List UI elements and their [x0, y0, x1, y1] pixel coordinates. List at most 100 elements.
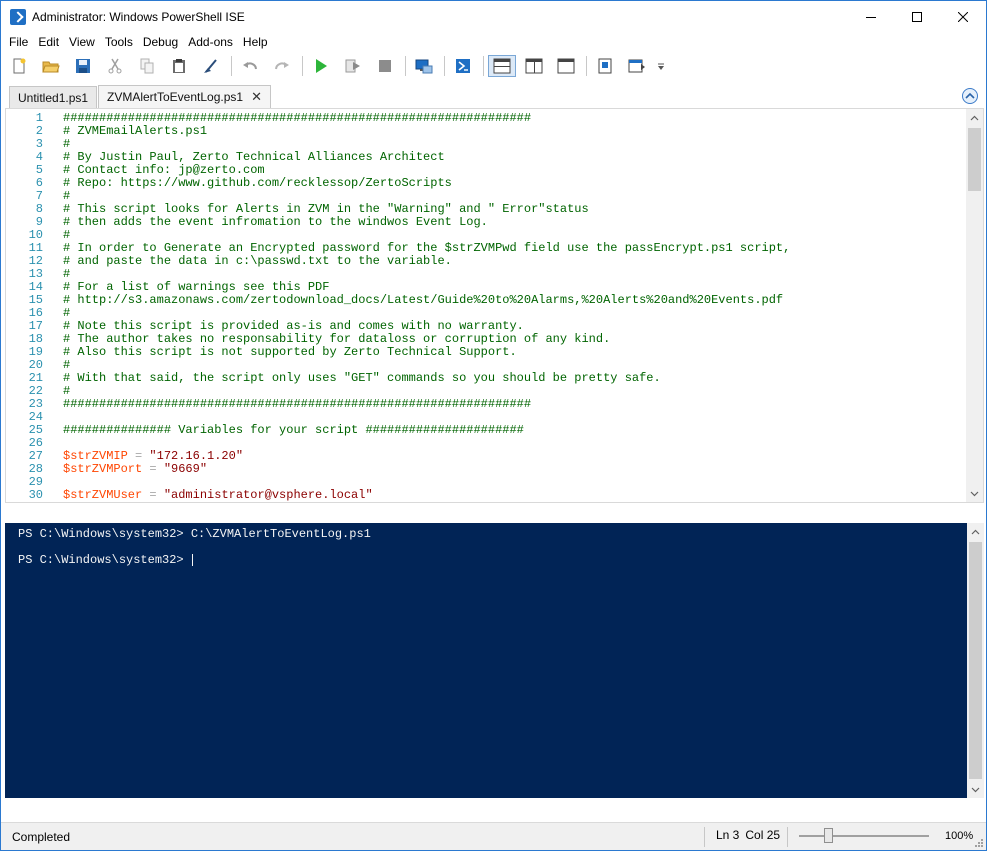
show-commands-icon [628, 59, 645, 72]
console-scrollbar[interactable] [967, 523, 984, 798]
code-line[interactable]: 23 ######################################… [6, 398, 965, 411]
resize-grip-icon[interactable] [974, 838, 984, 848]
string-value: "administrator@vsphere.local" [163, 488, 373, 502]
toolbar-overflow-icon [658, 63, 664, 70]
new-file-icon [13, 58, 26, 73]
show-script-pane-button[interactable] [591, 55, 619, 77]
new-remote-tab-button[interactable] [410, 55, 438, 77]
run-script-icon [316, 58, 327, 73]
comment-text: # and paste the data in c:\passwd.txt to… [63, 254, 452, 268]
comment-text: # Also this script is not supported by Z… [63, 345, 517, 359]
comment-text: # ZVMEmailAlerts.ps1 [63, 124, 208, 138]
script-scrollbar[interactable] [966, 109, 983, 502]
line-number: 3 [35, 137, 43, 151]
show-script-right-button[interactable] [520, 55, 548, 77]
menu-tools[interactable]: Tools [100, 32, 138, 52]
start-powershell-button[interactable] [449, 55, 477, 77]
tab-label: Untitled1.ps1 [18, 90, 89, 105]
scroll-up-button[interactable] [966, 109, 983, 126]
show-script-max-button[interactable] [552, 55, 580, 77]
string-value: "9669" [163, 462, 208, 476]
show-script-max-icon [557, 58, 575, 73]
redo-button[interactable] [268, 55, 296, 77]
code-line[interactable]: 2 # ZVMEmailAlerts.ps1 [6, 125, 965, 138]
stop-button[interactable] [371, 55, 399, 77]
chevron-down-icon [970, 491, 979, 496]
code-line[interactable]: 21 # With that said, the script only uses… [6, 372, 965, 385]
run-selection-icon [345, 59, 360, 72]
save-button[interactable] [69, 55, 97, 77]
line-number: 7 [35, 189, 43, 203]
scroll-thumb[interactable] [968, 128, 981, 191]
code-area[interactable]: 1 #######################################… [6, 112, 965, 502]
chevron-down-icon [971, 787, 980, 792]
title-bar[interactable]: Administrator: Windows PowerShell ISE [1, 1, 986, 32]
comment-text: # With that said, the script only uses "… [63, 371, 661, 385]
code-line[interactable]: 9 # then adds the event infromation to th… [6, 216, 965, 229]
toolbar-separator [483, 55, 484, 76]
menu-file[interactable]: File [4, 32, 33, 52]
code-line[interactable]: 30 $strZVMUser = "administrator@vsphere.l… [6, 489, 965, 502]
powershell-app-icon [10, 8, 26, 25]
console-output: PS C:\Windows\system32> C:\ZVMAlertToEve… [18, 528, 371, 567]
zoom-slider-thumb[interactable] [824, 828, 833, 843]
clear-console-button[interactable] [197, 55, 225, 77]
run-selection-button[interactable] [339, 55, 367, 77]
undo-button[interactable] [236, 55, 264, 77]
toolbar-overflow-button[interactable] [655, 55, 667, 77]
cut-icon [108, 58, 122, 73]
code-line[interactable]: 12 # and paste the data in c:\passwd.txt … [6, 255, 965, 268]
text-cursor [191, 554, 193, 566]
menu-addons[interactable]: Add-ons [183, 32, 238, 52]
line-number: 2 [35, 124, 43, 138]
collapse-script-pane-button[interactable] [962, 88, 978, 104]
comment-text: # http://s3.amazonaws.com/zertodownload_… [63, 293, 784, 307]
console-prompt[interactable]: PS C:\Windows\system32> [18, 554, 371, 567]
zoom-slider-track[interactable] [799, 835, 929, 837]
comment-text: ########################################… [63, 397, 532, 411]
console-scroll-track[interactable] [967, 523, 984, 798]
code-line[interactable]: 6 # Repo: https://www.github.com/reckless… [6, 177, 965, 190]
scroll-thumb[interactable] [969, 542, 982, 779]
copy-button[interactable] [133, 55, 161, 77]
tab-label: ZVMAlertToEventLog.ps1 [107, 90, 244, 104]
menu-edit[interactable]: Edit [33, 32, 64, 52]
maximize-button[interactable] [894, 1, 940, 32]
minimize-button[interactable] [848, 1, 894, 32]
menu-debug[interactable]: Debug [138, 32, 183, 52]
script-editor[interactable]: 1 #######################################… [5, 108, 984, 503]
code-line[interactable]: 25 ############### Variables for your scr… [6, 424, 965, 437]
tab-untitled1[interactable]: Untitled1.ps1 [9, 86, 98, 108]
show-commands-button[interactable] [623, 55, 651, 77]
open-button[interactable] [37, 55, 65, 77]
menu-view[interactable]: View [64, 32, 100, 52]
paste-icon [173, 58, 185, 73]
line-number: 1 [35, 111, 43, 125]
tab-zvmalerttoeventlog[interactable]: ZVMAlertToEventLog.ps1 ✕ [98, 85, 271, 108]
status-text: Completed [12, 830, 71, 844]
stop-icon [379, 59, 391, 72]
cut-button[interactable] [101, 55, 129, 77]
menu-help[interactable]: Help [238, 32, 273, 52]
line-number: 6 [35, 176, 43, 190]
toolbar-separator [231, 55, 232, 76]
new-file-button[interactable] [5, 55, 33, 77]
console-pane[interactable]: PS C:\Windows\system32> C:\ZVMAlertToEve… [5, 523, 984, 798]
code-line[interactable]: 19 # Also this script is not supported by… [6, 346, 965, 359]
line-number: 8 [35, 202, 43, 216]
paste-button[interactable] [165, 55, 193, 77]
scroll-up-button[interactable] [967, 523, 984, 540]
code-line[interactable]: 28 $strZVMPort = "9669" [6, 463, 965, 476]
save-icon [76, 58, 90, 73]
close-button[interactable] [940, 1, 986, 32]
run-script-button[interactable] [307, 55, 335, 77]
clear-console-icon [204, 58, 217, 73]
new-remote-tab-icon [415, 59, 433, 73]
scroll-down-button[interactable] [967, 781, 984, 798]
code-line[interactable]: 15 # http://s3.amazonaws.com/zertodownloa… [6, 294, 965, 307]
show-script-top-button[interactable] [488, 54, 516, 77]
tab-close-icon[interactable]: ✕ [251, 89, 262, 105]
operator: = [142, 488, 164, 502]
show-script-pane-icon [598, 58, 612, 73]
scroll-down-button[interactable] [966, 485, 983, 502]
